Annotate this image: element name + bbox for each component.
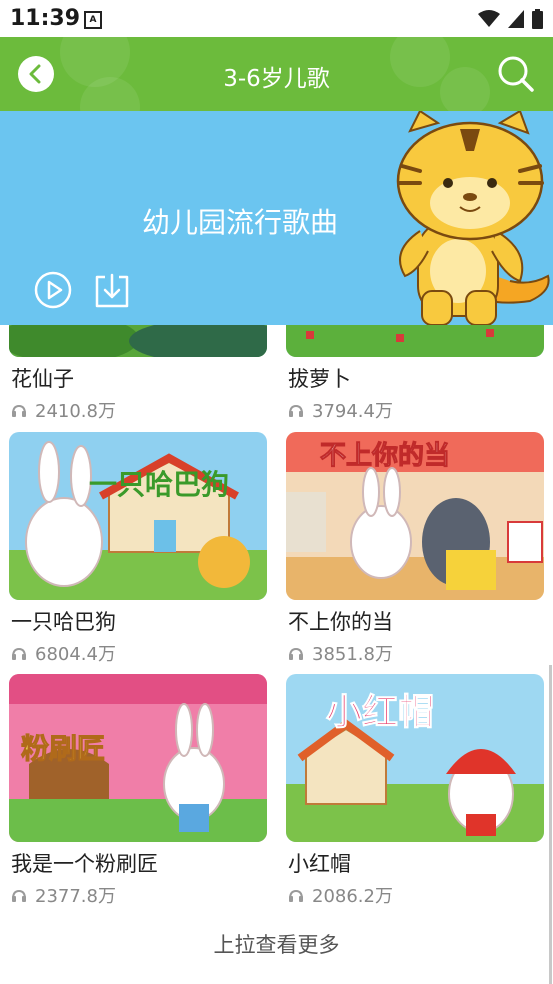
page-title: 3-6岁儿歌 [223, 66, 330, 92]
song-play-count: 3794.4万 [288, 397, 393, 423]
song-thumbnail[interactable]: 粉刷匠 [9, 674, 267, 842]
status-time: 11:39 [10, 6, 81, 31]
status-bar: 11:39 A [0, 0, 553, 37]
headphones-icon [12, 404, 26, 417]
song-thumbnail[interactable] [286, 325, 544, 357]
battery-icon [532, 9, 543, 29]
search-icon [498, 56, 534, 92]
headphones-icon [289, 647, 303, 660]
thumb-text: 小红帽 [326, 692, 434, 733]
song-list[interactable]: 花仙子 2410.8万 拔萝卜 3794.4万 一只哈巴狗 一只哈巴狗 6804… [0, 325, 553, 984]
wifi-icon [478, 10, 500, 27]
scrollbar[interactable] [549, 665, 552, 984]
song-thumbnail[interactable] [9, 325, 267, 357]
song-play-count: 2410.8万 [11, 397, 116, 423]
app-bar: 3-6岁儿歌 [0, 37, 553, 111]
play-count-value: 3794.4万 [312, 401, 393, 422]
search-button[interactable] [497, 55, 535, 97]
download-icon [95, 273, 129, 308]
headphones-icon [12, 889, 26, 902]
thumb-text: 不上你的当 [320, 440, 450, 471]
headphones-icon [289, 404, 303, 417]
signal-icon [508, 10, 524, 28]
notification-badge-icon: A [84, 11, 102, 29]
song-play-count: 2086.2万 [288, 882, 393, 908]
song-thumbnail[interactable]: 一只哈巴狗 [9, 432, 267, 600]
song-title[interactable]: 拔萝卜 [288, 363, 351, 393]
play-count-value: 2410.8万 [35, 401, 116, 422]
play-count-value: 2377.8万 [35, 886, 116, 907]
song-play-count: 2377.8万 [11, 882, 116, 908]
thumb-text: 粉刷匠 [21, 732, 105, 765]
download-all-button[interactable] [94, 271, 130, 313]
album-banner: 幼儿园流行歌曲 [0, 111, 553, 325]
play-count-value: 3851.8万 [312, 644, 393, 665]
headphones-icon [289, 889, 303, 902]
song-thumbnail[interactable]: 小红帽 [286, 674, 544, 842]
headphones-icon [12, 647, 26, 660]
song-title[interactable]: 不上你的当 [288, 606, 393, 636]
play-icon [34, 271, 72, 309]
play-count-value: 6804.4万 [35, 644, 116, 665]
play-count-value: 2086.2万 [312, 886, 393, 907]
load-more-hint[interactable]: 上拉查看更多 [0, 929, 553, 959]
song-title[interactable]: 我是一个粉刷匠 [11, 848, 158, 878]
tiger-mascot-illustration [396, 111, 550, 325]
song-play-count: 3851.8万 [288, 640, 393, 666]
thumb-text: 一只哈巴狗 [89, 468, 229, 501]
song-title[interactable]: 小红帽 [288, 848, 351, 878]
play-all-button[interactable] [34, 271, 72, 313]
song-title[interactable]: 一只哈巴狗 [11, 606, 116, 636]
status-icons [478, 9, 543, 29]
song-play-count: 6804.4万 [11, 640, 116, 666]
album-subtitle: 幼儿园流行歌曲 [142, 206, 339, 239]
song-thumbnail[interactable]: 不上你的当 [286, 432, 544, 600]
song-title[interactable]: 花仙子 [11, 363, 74, 393]
